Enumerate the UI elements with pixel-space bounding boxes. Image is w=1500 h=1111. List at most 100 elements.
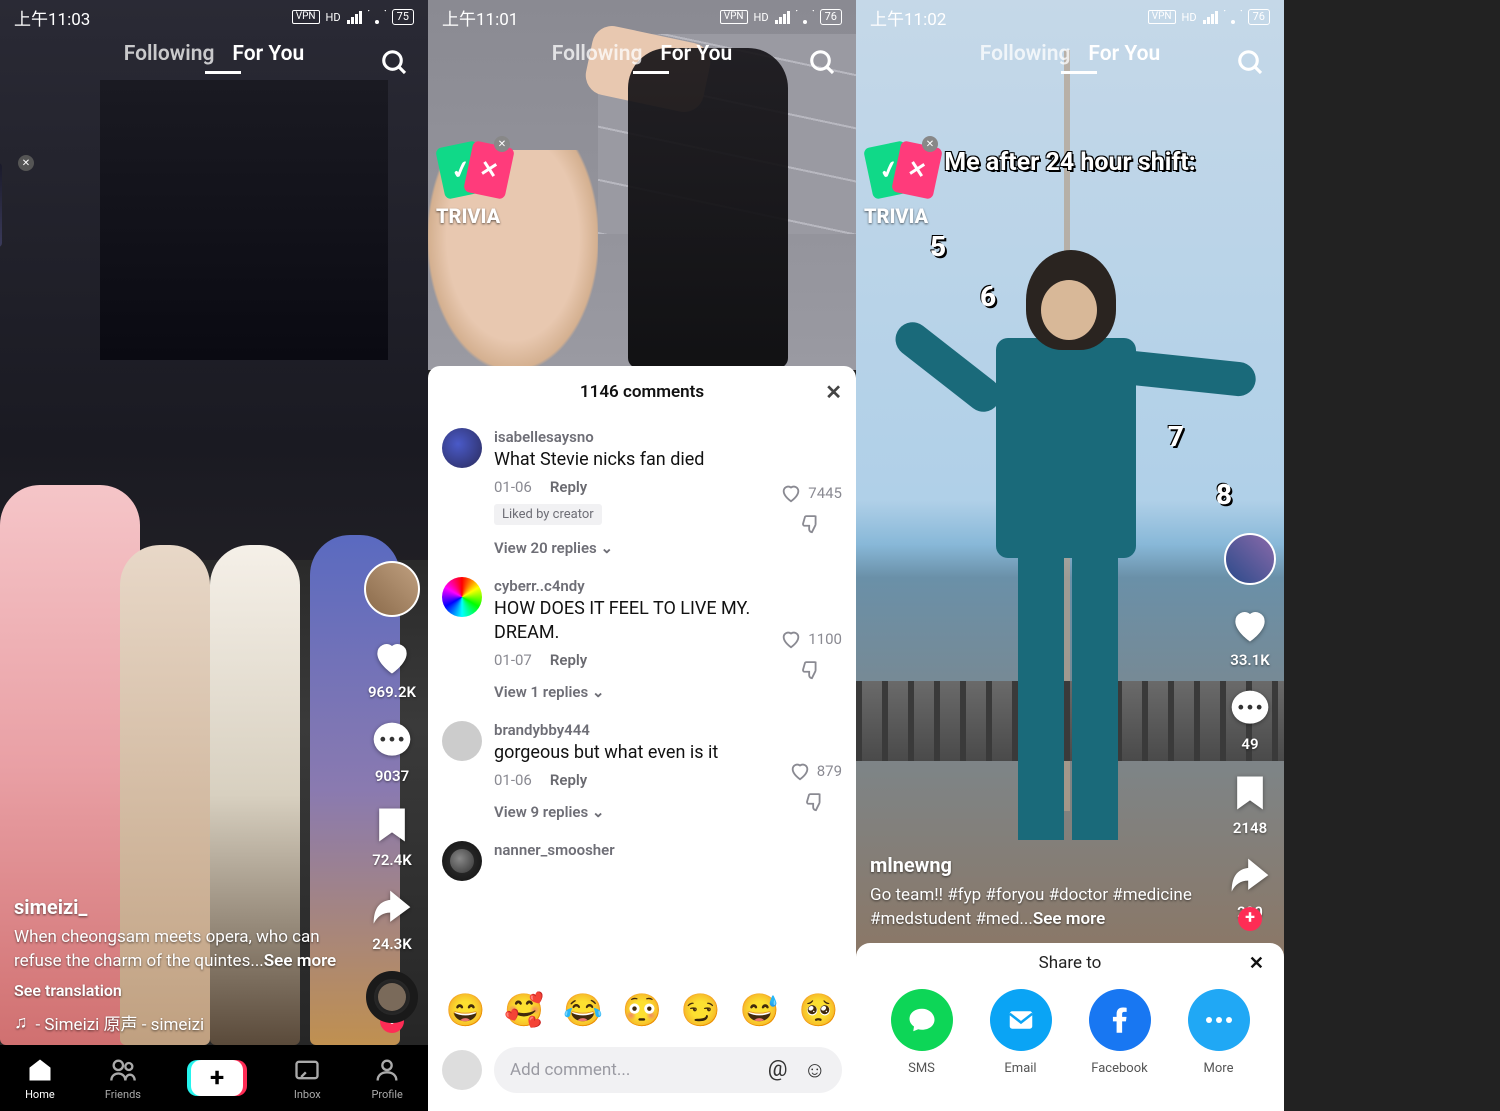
signal-icon [775,11,790,24]
sound-disc[interactable] [366,971,418,1023]
username[interactable]: mlnewng [870,853,1194,877]
like-comment[interactable]: 879 [789,760,842,782]
share-more[interactable]: More [1188,989,1250,1076]
creator-avatar[interactable]: + [364,561,420,617]
reply-button[interactable]: Reply [550,651,587,669]
see-more[interactable]: See more [1033,909,1105,929]
see-translation[interactable]: See translation [14,981,338,1000]
view-replies[interactable]: View 1 replies ⌄ [494,683,768,701]
wifi-icon [796,10,814,24]
caption-area: simeizi_ When cheongsam meets opera, who… [14,895,338,1035]
status-right: VPN HD 76 [1148,9,1270,25]
chevron-down-icon: ⌄ [592,683,605,701]
tab-foryou[interactable]: For You [1088,42,1160,66]
nav-create[interactable]: + [191,1060,243,1096]
tab-following[interactable]: Following [552,42,643,66]
close-icon[interactable]: ✕ [494,136,510,152]
tab-foryou[interactable]: For You [232,42,304,66]
share-facebook[interactable]: Facebook [1089,989,1151,1076]
comments-panel: 1146 comments ✕ isabellesaysno What Stev… [428,366,856,1111]
comment-button[interactable]: 49 [1228,687,1272,753]
reply-button[interactable]: Reply [550,478,587,496]
top-nav: Following For You [0,42,428,66]
view-replies[interactable]: View 9 replies ⌄ [494,803,777,821]
comments-list[interactable]: isabellesaysno What Stevie nicks fan die… [428,418,856,981]
emoji-reaction[interactable]: 😏 [681,991,721,1029]
like-comment[interactable]: 1100 [780,628,842,650]
nav-home[interactable]: Home [25,1056,55,1101]
search-icon[interactable] [808,48,838,78]
status-right: VPN HD 76 [720,9,842,25]
follow-plus-icon[interactable]: + [1238,907,1262,931]
emoji-reaction[interactable]: 😄 [446,991,486,1029]
tab-following[interactable]: Following [980,42,1071,66]
top-nav: Following For You [856,42,1284,66]
top-nav: Following For You [428,42,856,66]
status-time: 上午11:02 [870,5,946,30]
close-icon[interactable]: ✕ [922,136,938,152]
see-more[interactable]: See more [264,951,336,971]
avatar[interactable] [442,428,482,468]
save-button[interactable]: 2148 [1228,771,1272,837]
status-time: 上午11:01 [442,5,518,30]
avatar[interactable] [442,577,482,617]
save-button[interactable]: 72.4K [370,803,414,869]
trivia-badge[interactable]: ✕ TRIVIA [436,144,516,228]
dislike-icon[interactable] [804,790,826,812]
emoji-reaction[interactable]: 😳 [622,991,662,1029]
chevron-down-icon: ⌄ [592,803,605,821]
battery-icon: 76 [820,9,842,25]
status-bar: 上午11:02 VPN HD 76 [856,0,1284,34]
close-icon[interactable]: ✕ [1249,953,1264,974]
share-sms[interactable]: SMS [891,989,953,1076]
emoji-reaction[interactable]: 🥰 [504,991,544,1029]
comment-item: isabellesaysno What Stevie nicks fan die… [442,418,842,567]
trivia-badge[interactable]: ✕ TRIVIA [0,163,86,189]
action-rail: + 33.1K 49 2148 290 [1224,533,1276,921]
dislike-icon[interactable] [800,658,822,680]
share-button[interactable]: 24.3K [370,887,414,953]
search-icon[interactable] [1236,48,1266,78]
close-icon[interactable]: ✕ [825,380,842,404]
close-icon[interactable]: ✕ [18,155,34,171]
creator-avatar[interactable]: + [1224,533,1276,585]
dislike-icon[interactable] [800,512,822,534]
emoji-picker-icon[interactable]: ☺ [804,1057,826,1083]
tab-foryou[interactable]: For You [660,42,732,66]
liked-by-creator: Liked by creator [494,504,602,525]
avatar[interactable] [442,841,482,881]
avatar[interactable] [442,721,482,761]
wifi-icon [1224,10,1242,24]
emoji-reaction[interactable]: 😂 [563,991,603,1029]
status-bar: 上午11:01 VPN HD 76 [428,0,856,34]
nav-friends[interactable]: Friends [105,1056,141,1101]
nav-inbox[interactable]: Inbox [293,1056,321,1101]
bottom-nav: Home Friends + Inbox Profile [0,1045,428,1111]
like-button[interactable]: 969.2K [368,635,416,701]
view-replies[interactable]: View 20 replies ⌄ [494,539,768,557]
user-avatar[interactable] [442,1050,482,1090]
signal-icon [1203,11,1218,24]
music-row[interactable]: ♫- Simeizi 原声 - simeizi [14,1010,338,1035]
search-icon[interactable] [380,48,410,78]
emoji-reaction[interactable]: 😅 [740,991,780,1029]
nav-profile[interactable]: Profile [371,1056,402,1101]
reply-button[interactable]: Reply [550,771,587,789]
trivia-badge[interactable]: ✕ TRIVIA [864,144,944,228]
comment-button[interactable]: 9037 [370,719,414,785]
emoji-row: 😄 🥰 😂 😳 😏 😅 🥺 [428,981,856,1039]
emoji-reaction[interactable]: 🥺 [799,991,839,1029]
tab-following[interactable]: Following [124,42,215,66]
battery-icon: 75 [392,9,414,25]
like-button[interactable]: 33.1K [1228,603,1272,669]
status-right: VPN HD 75 [292,9,414,25]
share-email[interactable]: Email [990,989,1052,1076]
comment-item: brandybby444 gorgeous but what even is i… [442,711,842,831]
wifi-icon [368,10,386,24]
mention-icon[interactable]: @ [768,1057,788,1083]
like-comment[interactable]: 7445 [780,482,842,504]
comment-item: cyberr..c4ndy HOW DOES IT FEEL TO LIVE M… [442,567,842,711]
comment-input[interactable]: Add comment... @☺ [494,1047,842,1093]
action-rail: + 969.2K 9037 72.4K 24.3K [364,561,420,1023]
username[interactable]: simeizi_ [14,895,338,919]
